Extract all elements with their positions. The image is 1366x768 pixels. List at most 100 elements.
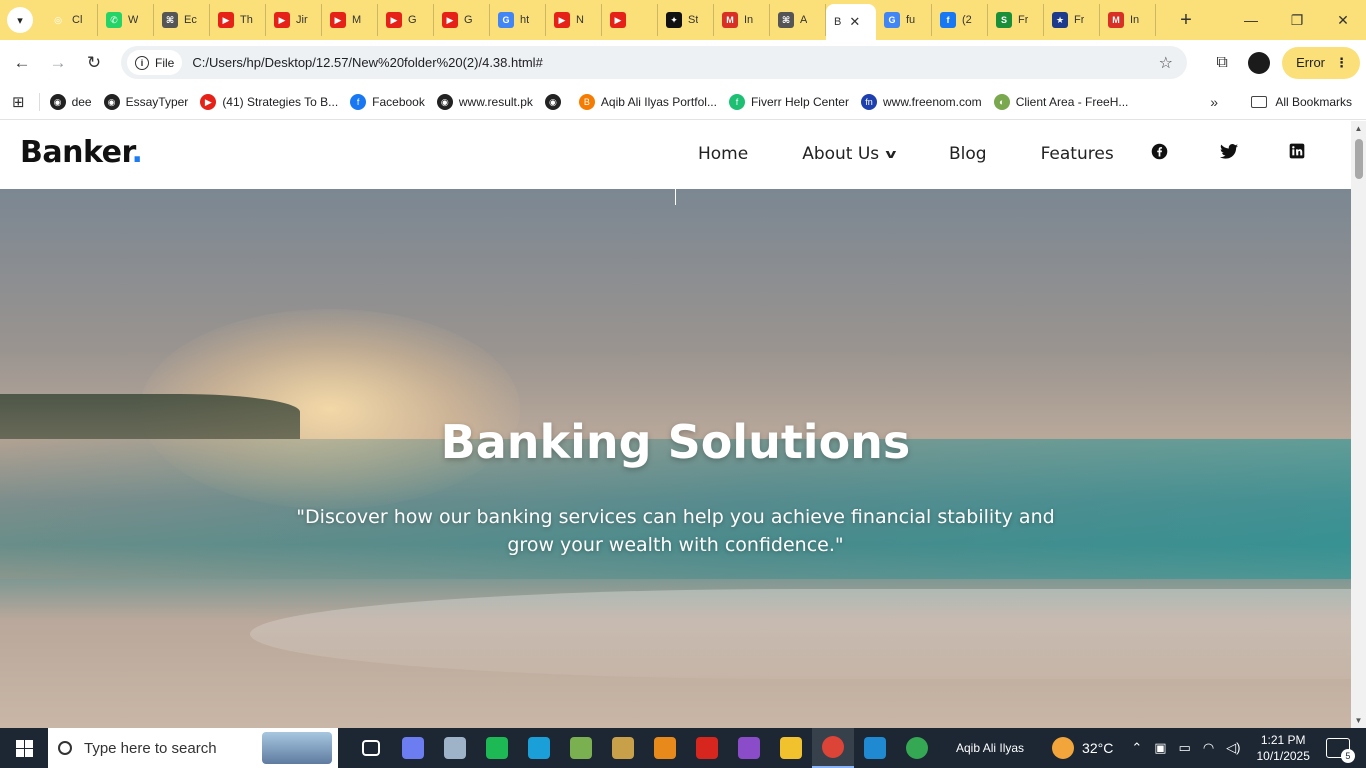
- browser-tab[interactable]: ▶ G: [434, 4, 490, 36]
- tab-title: In: [1130, 14, 1140, 26]
- chrome-icon[interactable]: [812, 728, 854, 768]
- bookmark-star-icon[interactable]: ☆: [1159, 53, 1173, 73]
- tab-favicon-icon: ⌘: [778, 12, 794, 28]
- nav-features[interactable]: Features: [1041, 144, 1114, 164]
- new-tab-button[interactable]: +: [1174, 9, 1198, 32]
- forward-button[interactable]: →: [40, 53, 76, 73]
- inkscape-icon[interactable]: [476, 728, 518, 768]
- chrome-profile-icon[interactable]: [896, 728, 938, 768]
- bookmark-favicon-icon: f: [350, 94, 367, 110]
- browser-tab[interactable]: S Fr: [988, 4, 1044, 36]
- browser-tab[interactable]: ▶ Jir: [266, 4, 322, 36]
- app-glyph: [780, 737, 802, 759]
- copilot-icon[interactable]: [392, 728, 434, 768]
- nav-home[interactable]: Home: [698, 144, 748, 164]
- browser-tab[interactable]: ▶ M: [322, 4, 378, 36]
- browser-tab[interactable]: ★ Fr: [1044, 4, 1100, 36]
- browser-tab[interactable]: Gfu: [876, 4, 932, 36]
- twitter-icon[interactable]: [1219, 141, 1239, 161]
- bookmark-item[interactable]: ◉ EssayTyper: [103, 94, 188, 110]
- browser-tab[interactable]: ▶ G: [378, 4, 434, 36]
- browser-tab[interactable]: Ght: [490, 4, 546, 36]
- site-logo[interactable]: Banker.: [20, 135, 143, 170]
- facebook-icon[interactable]: [1149, 141, 1169, 161]
- bookmark-item[interactable]: f Fiverr Help Center: [728, 94, 849, 110]
- volume-icon[interactable]: ◁): [1226, 740, 1240, 756]
- acrobat-icon[interactable]: [686, 728, 728, 768]
- bookmark-item[interactable]: ◐ Client Area - FreeH...: [993, 94, 1128, 110]
- browser-tab[interactable]: ▶ Th: [210, 4, 266, 36]
- url-text[interactable]: C:/Users/hp/Desktop/12.57/New%20folder%2…: [192, 55, 542, 70]
- visual-studio-icon[interactable]: [728, 728, 770, 768]
- battery-icon[interactable]: ▭: [1179, 740, 1191, 756]
- photo-viewer-icon[interactable]: [434, 728, 476, 768]
- nav-blog[interactable]: Blog: [949, 144, 987, 164]
- browser-tab[interactable]: ▶: [602, 4, 658, 36]
- bookmark-item[interactable]: f Facebook: [350, 94, 425, 110]
- profile-avatar[interactable]: [1248, 51, 1271, 74]
- close-tab-icon[interactable]: ✕: [849, 14, 860, 30]
- search-highlight-art: [262, 732, 332, 764]
- more-bookmarks-icon[interactable]: »: [1210, 94, 1218, 110]
- edge-icon[interactable]: [518, 728, 560, 768]
- bookmark-label: Fiverr Help Center: [750, 95, 849, 109]
- wifi-icon[interactable]: ◠: [1203, 740, 1214, 756]
- nav-about-us[interactable]: About Us v: [802, 144, 896, 164]
- page-viewport: Banker. Home About Us v Blog Features Ba…: [0, 121, 1366, 728]
- taskbar-search-box[interactable]: Type here to search: [48, 728, 338, 768]
- page-scrollbar[interactable]: ▲ ▼: [1351, 121, 1366, 728]
- chip-label: File: [155, 55, 175, 70]
- start-button[interactable]: [0, 728, 48, 768]
- firefox-icon[interactable]: [644, 728, 686, 768]
- bookmark-item[interactable]: ◉: [544, 94, 567, 110]
- weather-widget[interactable]: 32°C: [1052, 737, 1113, 759]
- address-bar[interactable]: i File C:/Users/hp/Desktop/12.57/New%20f…: [121, 46, 1187, 79]
- bookmark-item[interactable]: ◉ dee: [49, 94, 92, 110]
- reload-button[interactable]: ↻: [76, 53, 112, 73]
- browser-tab[interactable]: ✦ St: [658, 4, 714, 36]
- bookmark-item[interactable]: B Aqib Ali Ilyas Portfol...: [578, 94, 717, 110]
- site-info-chip[interactable]: i File: [127, 50, 183, 75]
- tab-list: ◎ Cl ✆ W ⌘ Ec ▶ Th ▶ Jir ▶ M ▶ G ▶ G Ght ▶ N ▶ ✦ St M In ⌘ A B ✕ Gfu…: [42, 0, 1156, 40]
- browser-tab[interactable]: ◎ Cl: [42, 4, 98, 36]
- taskbar-clock[interactable]: 1:21 PM 10/1/2025: [1257, 732, 1310, 764]
- all-bookmarks-button[interactable]: All Bookmarks: [1251, 95, 1352, 109]
- vscode-icon[interactable]: [854, 728, 896, 768]
- apps-grid-icon[interactable]: ⊞: [12, 93, 25, 111]
- tab-favicon-icon: ★: [1052, 12, 1068, 28]
- minimize-button[interactable]: —: [1228, 0, 1274, 40]
- tab-search-button[interactable]: ▾: [7, 7, 33, 33]
- tab-title: G: [408, 14, 417, 26]
- scroll-thumb[interactable]: [1355, 139, 1363, 179]
- browser-tab[interactable]: M In: [1100, 4, 1156, 36]
- error-button[interactable]: Error ⋮: [1282, 46, 1360, 79]
- bookmark-item[interactable]: fn www.freenom.com: [860, 94, 982, 110]
- browser-tab[interactable]: ▶ N: [546, 4, 602, 36]
- maximize-button[interactable]: ❐: [1274, 0, 1320, 40]
- back-button[interactable]: ←: [4, 53, 40, 73]
- active-browser-tab[interactable]: B ✕: [826, 4, 876, 40]
- bookmark-item[interactable]: ▶ (41) Strategies To B...: [200, 94, 338, 110]
- paint-icon[interactable]: [602, 728, 644, 768]
- file-explorer-icon[interactable]: [770, 728, 812, 768]
- extensions-icon[interactable]: ⧉: [1202, 54, 1242, 72]
- task-view-icon[interactable]: [350, 728, 392, 768]
- browser-tab[interactable]: M In: [714, 4, 770, 36]
- browser-tab[interactable]: f (2: [932, 4, 988, 36]
- browser-tab[interactable]: ⌘ A: [770, 4, 826, 36]
- browser-tab[interactable]: ⌘ Ec: [154, 4, 210, 36]
- notification-center-icon[interactable]: 5: [1325, 738, 1355, 763]
- tray-overflow-icon[interactable]: ⌃: [1131, 740, 1142, 756]
- scroll-up-icon[interactable]: ▲: [1351, 124, 1366, 133]
- taskbar-user-name[interactable]: Aqib Ali Ilyas: [956, 741, 1024, 755]
- notepad-icon[interactable]: [560, 728, 602, 768]
- bookmark-item[interactable]: ◉ www.result.pk: [436, 94, 533, 110]
- scroll-down-icon[interactable]: ▼: [1351, 716, 1366, 725]
- close-window-button[interactable]: ✕: [1320, 0, 1366, 40]
- tab-title: fu: [906, 14, 916, 26]
- browser-tab[interactable]: ✆ W: [98, 4, 154, 36]
- system-tray: ⌃ ▣ ▭ ◠ ◁): [1131, 740, 1252, 756]
- linkedin-icon[interactable]: [1287, 141, 1307, 161]
- meet-now-icon[interactable]: ▣: [1154, 740, 1166, 756]
- tab-favicon-icon: ▶: [442, 12, 458, 28]
